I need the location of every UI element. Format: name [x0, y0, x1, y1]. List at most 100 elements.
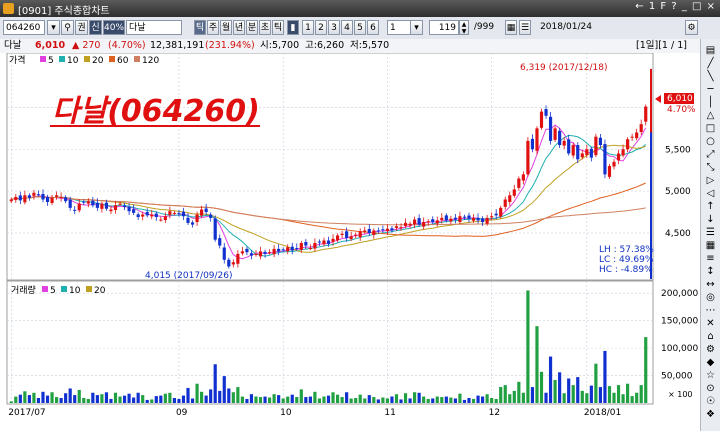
- drawing-tool-icon[interactable]: ○: [704, 136, 717, 148]
- drawing-tool-icon[interactable]: ⌂: [704, 331, 717, 343]
- period-tick2-button[interactable]: 틱: [272, 20, 284, 35]
- volume-bar: [499, 387, 503, 403]
- volume-bar: [190, 398, 195, 403]
- period-month-button[interactable]: 월: [220, 20, 232, 35]
- candle: [195, 214, 199, 223]
- chart-type-button[interactable]: ▮: [287, 20, 299, 35]
- drawing-tool-icon[interactable]: ❖: [704, 409, 717, 421]
- volume-tick-label: 50,000: [661, 372, 693, 382]
- dropdown-icon[interactable]: ▾: [47, 20, 60, 35]
- period-year-button[interactable]: 년: [233, 20, 245, 35]
- volume-bar: [141, 395, 145, 403]
- volume-bar: [358, 394, 362, 403]
- drawing-tool-icon[interactable]: ✕: [704, 318, 717, 330]
- candle: [245, 248, 249, 253]
- drawing-tool-icon[interactable]: ↔: [704, 279, 717, 291]
- candle: [159, 219, 163, 221]
- current-pct-tag: 4.70%: [667, 105, 696, 115]
- volume-bar: [150, 399, 154, 403]
- drawing-tool-icon[interactable]: ╱: [704, 58, 717, 70]
- candle: [480, 218, 485, 223]
- drawing-tool-icon[interactable]: ▤: [704, 45, 717, 57]
- number-6-button[interactable]: 6: [367, 20, 379, 35]
- drawing-tool-icon[interactable]: ↕: [704, 266, 717, 278]
- number-3-button[interactable]: 3: [328, 20, 340, 35]
- drawing-tool-icon[interactable]: ☆: [704, 370, 717, 382]
- drawing-tool-icon[interactable]: ◆: [704, 357, 717, 369]
- volume-bar: [23, 391, 27, 403]
- volume-bar: [59, 398, 63, 403]
- new-button[interactable]: 신: [89, 20, 102, 35]
- drawing-tool-icon[interactable]: ⤢: [704, 149, 717, 161]
- number-5-button[interactable]: 5: [354, 20, 366, 35]
- drawing-tool-icon[interactable]: ─: [704, 84, 717, 96]
- number-4-button[interactable]: 4: [341, 20, 353, 35]
- volume-bar: [95, 395, 99, 403]
- legend-swatch: [42, 286, 48, 292]
- drawing-tool-icon[interactable]: ⋯: [704, 305, 717, 317]
- period-minute-button[interactable]: 분: [246, 20, 258, 35]
- volume-bar: [444, 396, 448, 403]
- grid-icon[interactable]: ▦: [505, 20, 517, 35]
- candle: [335, 235, 340, 241]
- volume-bar: [209, 389, 213, 403]
- chevron-down-icon[interactable]: ▾: [410, 20, 423, 35]
- candle: [358, 231, 362, 238]
- price-legend-label: 가격: [9, 54, 26, 66]
- drawing-tool-icon[interactable]: ⤡: [704, 162, 717, 174]
- drawing-tool-icon[interactable]: ╲: [704, 71, 717, 83]
- window-controls[interactable]: ← 1 F ? _ □ ×: [635, 1, 716, 12]
- candle: [567, 139, 571, 154]
- drawing-tool-icon[interactable]: ⚙: [704, 344, 717, 356]
- candle: [612, 161, 616, 167]
- count-input[interactable]: 119: [429, 20, 459, 35]
- number-2-button[interactable]: 2: [315, 20, 327, 35]
- drawing-tool-icon[interactable]: ☉: [704, 396, 717, 408]
- candle: [453, 217, 457, 220]
- candle: [530, 138, 535, 150]
- drawing-tool-icon[interactable]: ◁: [704, 188, 717, 200]
- won-button[interactable]: 권: [75, 20, 88, 35]
- candle: [77, 203, 81, 211]
- volume-bar: [449, 397, 453, 403]
- candle: [503, 199, 507, 207]
- drawing-tool-icon[interactable]: ▷: [704, 175, 717, 187]
- candle: [367, 228, 371, 233]
- number-1-button[interactable]: 1: [302, 20, 314, 35]
- candle: [508, 195, 512, 202]
- ratio-button[interactable]: 40%: [103, 20, 125, 35]
- volume-bar: [612, 392, 616, 403]
- candle: [607, 166, 612, 177]
- app-icon: [3, 3, 14, 14]
- volume-bar: [290, 394, 294, 403]
- candle: [372, 230, 376, 235]
- spinner-icon[interactable]: ▲ ▼: [459, 20, 469, 35]
- drawing-tool-icon[interactable]: ▦: [704, 240, 717, 252]
- candle: [616, 153, 621, 161]
- list-icon[interactable]: ☰: [519, 20, 531, 35]
- drawing-tool-icon[interactable]: │: [704, 97, 717, 109]
- drawing-tool-icon[interactable]: □: [704, 123, 717, 135]
- candle: [594, 136, 598, 156]
- volume-bar: [644, 337, 648, 403]
- search-icon[interactable]: ⚲: [61, 20, 74, 35]
- drawing-tool-icon[interactable]: ↓: [704, 214, 717, 226]
- drawing-tool-icon[interactable]: △: [704, 110, 717, 122]
- drawing-tool-icon[interactable]: ◎: [704, 292, 717, 304]
- period-week-button[interactable]: 주: [207, 20, 219, 35]
- candle: [281, 249, 285, 251]
- period-second-button[interactable]: 초: [259, 20, 271, 35]
- volume-bar: [317, 398, 322, 403]
- drawing-tool-icon[interactable]: ≡: [704, 253, 717, 265]
- stock-code-input[interactable]: 064260: [3, 20, 45, 35]
- drawing-tool-icon[interactable]: ⊙: [704, 383, 717, 395]
- period-tick-button[interactable]: 틱: [194, 20, 206, 35]
- volume-bar: [562, 393, 566, 403]
- volume-bar: [254, 396, 258, 403]
- settings-icon[interactable]: ⚙: [685, 20, 698, 35]
- price-chart-svg[interactable]: 4,500 5,000 5,500 50,000 100,000 150,000 200,0…: [0, 52, 700, 431]
- drawing-tool-icon[interactable]: ☰: [704, 227, 717, 239]
- drawing-tool-icon[interactable]: ↑: [704, 201, 717, 213]
- chart-area[interactable]: 4,500 5,000 5,500 50,000 100,000 150,000 200,0…: [0, 52, 700, 431]
- volume-bar: [36, 398, 41, 403]
